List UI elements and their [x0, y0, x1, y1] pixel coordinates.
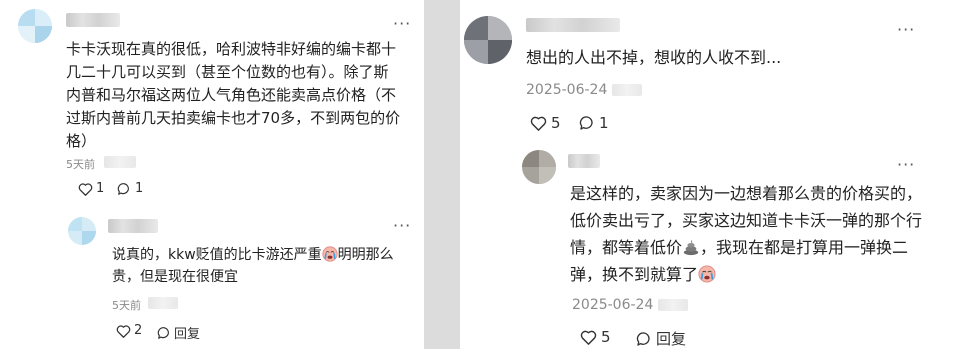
reply-username[interactable]	[108, 219, 158, 233]
comment-time: 5天前	[66, 158, 95, 171]
reply-user-avatar[interactable]	[68, 217, 96, 245]
like-count: 1	[96, 181, 105, 196]
heart-outline-icon	[530, 116, 547, 131]
comment-text: 卡卡沃现在真的很低，哈利波特非好编的编卡都十几二十几可以买到（甚至个位数的也有）…	[66, 40, 401, 150]
comment-bubble-icon	[636, 331, 650, 346]
reply-like-count: 2	[134, 323, 143, 338]
reply-button[interactable]: 回复	[157, 323, 200, 342]
left-comment-panel: ··· 卡卡沃现在真的很低，哈利波特非好编的编卡都十几二十几可以买到（甚至个位数…	[0, 0, 424, 349]
heart-outline-icon	[116, 324, 131, 338]
user-avatar[interactable]	[18, 9, 52, 43]
reply-label: 回复	[174, 327, 201, 342]
comment-bubble-icon	[579, 116, 593, 130]
reply-count: 1	[599, 114, 609, 132]
reply-label: 回复	[656, 330, 687, 348]
heart-outline-icon	[580, 330, 597, 345]
heart-outline-icon	[78, 182, 93, 196]
comment-text: 想出的人出不掉，想收的人收不到...	[526, 48, 782, 67]
reply-button[interactable]: 回复	[636, 328, 686, 349]
like-button[interactable]: 1	[78, 181, 104, 196]
reply-location-blur	[148, 297, 178, 309]
comment-bubble-icon	[157, 326, 169, 339]
like-count: 5	[551, 114, 561, 132]
reply-location-blur	[658, 299, 688, 311]
reply-like-count: 5	[601, 328, 611, 346]
reply-date: 2025-06-24	[572, 297, 654, 313]
username[interactable]	[526, 18, 620, 32]
reply-more-options-icon[interactable]: ···	[393, 218, 411, 234]
reply-text-part1: 说真的，kkw贬值的比卡游还严重	[112, 247, 322, 263]
location-blur	[104, 156, 136, 168]
crying-face-emoji	[322, 246, 338, 262]
reply-count: 1	[135, 181, 144, 196]
reply-time: 5天前	[112, 299, 141, 312]
like-button[interactable]: 5	[530, 114, 561, 132]
comment-button[interactable]: 1	[579, 114, 609, 132]
user-avatar[interactable]	[464, 16, 512, 64]
right-comment-panel: ··· 想出的人出不掉，想收的人收不到... 2025-06-24 5 1 ··…	[460, 0, 960, 349]
reply-like-button[interactable]: 2	[116, 323, 142, 338]
location-blur	[612, 84, 642, 96]
reply-text: 是这样的，卖家因为一边想着那么贵的价格买的，低价卖出亏了，买家这边知道卡卡沃一弹…	[570, 180, 930, 288]
more-options-icon[interactable]: ···	[393, 16, 411, 32]
comment-button[interactable]: 1	[117, 181, 143, 196]
comment-bubble-icon	[117, 182, 129, 195]
reply-username[interactable]	[568, 154, 600, 168]
reply-like-button[interactable]: 5	[580, 328, 611, 346]
comment-date: 2025-06-24	[526, 82, 608, 98]
reply-text: 说真的，kkw贬值的比卡游还严重 明明那么贵，但是现在很便宜	[112, 244, 412, 288]
reply-more-options-icon[interactable]: ···	[897, 157, 915, 173]
reply-user-avatar[interactable]	[522, 150, 556, 184]
username[interactable]	[66, 13, 120, 27]
more-options-icon[interactable]: ···	[897, 22, 915, 38]
crying-face-emoji	[698, 265, 716, 283]
poop-emoji	[683, 239, 699, 256]
